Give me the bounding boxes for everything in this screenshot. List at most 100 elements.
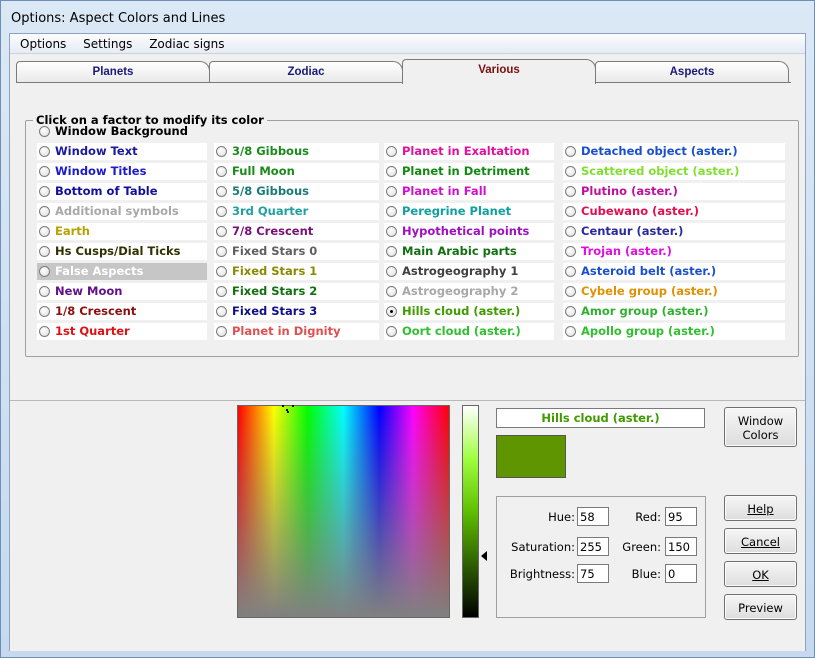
radio-button-icon[interactable]	[39, 306, 50, 317]
factor-fixed-stars-3[interactable]: Fixed Stars 3	[214, 303, 379, 320]
factor-bottom-of-table[interactable]: Bottom of Table	[37, 183, 207, 200]
factor-window-titles[interactable]: Window Titles	[37, 163, 207, 180]
factor-7-8-crescent[interactable]: 7/8 Crescent	[214, 223, 379, 240]
factor-fixed-stars-1[interactable]: Fixed Stars 1	[214, 263, 379, 280]
ok-button[interactable]: OK	[724, 561, 797, 587]
tab-planets[interactable]: Planets	[16, 61, 210, 83]
factor-fixed-stars-0[interactable]: Fixed Stars 0	[214, 243, 379, 260]
factor-window-text[interactable]: Window Text	[37, 143, 207, 160]
factor-centaur-aster[interactable]: Centaur (aster.)	[563, 223, 785, 240]
radio-button-icon[interactable]	[386, 186, 397, 197]
radio-button-icon[interactable]	[39, 186, 50, 197]
radio-button-icon[interactable]	[39, 286, 50, 297]
radio-button-icon[interactable]	[386, 206, 397, 217]
cancel-button[interactable]: Cancel	[724, 528, 797, 554]
factor-full-moon[interactable]: Full Moon	[214, 163, 379, 180]
factor-detached-object-aster[interactable]: Detached object (aster.)	[563, 143, 785, 160]
menu-settings[interactable]: Settings	[73, 34, 132, 51]
factor-hills-cloud-aster[interactable]: Hills cloud (aster.)	[384, 303, 554, 320]
factor-main-arabic-parts[interactable]: Main Arabic parts	[384, 243, 554, 260]
factor-apollo-group-aster[interactable]: Apollo group (aster.)	[563, 323, 785, 340]
factor-5-8-gibbous[interactable]: 5/8 Gibbous	[214, 183, 379, 200]
radio-button-icon[interactable]	[565, 146, 576, 157]
menu-zodiac-signs[interactable]: Zodiac signs	[139, 34, 224, 51]
tab-aspects[interactable]: Aspects	[595, 61, 789, 83]
factor-cubewano-aster[interactable]: Cubewano (aster.)	[563, 203, 785, 220]
radio-button-icon[interactable]	[386, 266, 397, 277]
radio-button-icon[interactable]	[39, 266, 50, 277]
factor-hs-cusps-dial-ticks[interactable]: Hs Cusps/Dial Ticks	[37, 243, 207, 260]
factor-cybele-group-aster[interactable]: Cybele group (aster.)	[563, 283, 785, 300]
radio-button-icon[interactable]	[386, 326, 397, 337]
preview-button[interactable]: Preview	[724, 594, 797, 620]
red-field[interactable]: 95	[665, 507, 697, 526]
brightness-field[interactable]: 75	[577, 564, 609, 583]
factor-false-aspects[interactable]: False Aspects	[37, 263, 207, 280]
factor-3rd-quarter[interactable]: 3rd Quarter	[214, 203, 379, 220]
factor-1-8-crescent[interactable]: 1/8 Crescent	[37, 303, 207, 320]
menu-options[interactable]: Options	[10, 34, 66, 51]
radio-button-icon[interactable]	[216, 306, 227, 317]
radio-button-icon[interactable]	[216, 226, 227, 237]
radio-button-icon[interactable]	[39, 206, 50, 217]
radio-button-icon[interactable]	[39, 146, 50, 157]
window-colors-button[interactable]: Window Colors	[724, 407, 797, 447]
factor-1st-quarter[interactable]: 1st Quarter	[37, 323, 207, 340]
factor-window-background[interactable]: Window Background	[37, 123, 207, 140]
radio-button-icon[interactable]	[565, 286, 576, 297]
hue-field[interactable]: 58	[577, 507, 609, 526]
radio-button-icon[interactable]	[565, 166, 576, 177]
radio-button-icon[interactable]	[565, 226, 576, 237]
factor-additional-symbols[interactable]: Additional symbols	[37, 203, 207, 220]
factor-amor-group-aster[interactable]: Amor group (aster.)	[563, 303, 785, 320]
radio-button-icon[interactable]	[216, 326, 227, 337]
radio-button-icon[interactable]	[216, 186, 227, 197]
green-field[interactable]: 150	[665, 537, 697, 556]
blue-field[interactable]: 0	[665, 564, 697, 583]
radio-button-icon[interactable]	[386, 306, 397, 317]
color-spectrum[interactable]	[237, 405, 450, 618]
saturation-field[interactable]: 255	[577, 537, 609, 556]
radio-button-icon[interactable]	[386, 226, 397, 237]
factor-trojan-aster[interactable]: Trojan (aster.)	[563, 243, 785, 260]
factor-astrogeography-1[interactable]: Astrogeography 1	[384, 263, 554, 280]
factor-peregrine-planet[interactable]: Peregrine Planet	[384, 203, 554, 220]
brightness-bar[interactable]	[462, 405, 479, 618]
factor-planet-in-exaltation[interactable]: Planet in Exaltation	[384, 143, 554, 160]
radio-button-icon[interactable]	[386, 246, 397, 257]
radio-button-icon[interactable]	[216, 166, 227, 177]
factor-astrogeography-2[interactable]: Astrogeography 2	[384, 283, 554, 300]
radio-button-icon[interactable]	[216, 246, 227, 257]
factor-asteroid-belt-aster[interactable]: Asteroid belt (aster.)	[563, 263, 785, 280]
factor-new-moon[interactable]: New Moon	[37, 283, 207, 300]
radio-button-icon[interactable]	[565, 326, 576, 337]
radio-button-icon[interactable]	[216, 266, 227, 277]
radio-button-icon[interactable]	[386, 146, 397, 157]
factor-planet-in-fall[interactable]: Planet in Fall	[384, 183, 554, 200]
factor-earth[interactable]: Earth	[37, 223, 207, 240]
factor-planet-in-detriment[interactable]: Planet in Detriment	[384, 163, 554, 180]
tab-various[interactable]: Various	[402, 59, 596, 84]
help-button[interactable]: Help	[724, 495, 797, 521]
factor-scattered-object-aster[interactable]: Scattered object (aster.)	[563, 163, 785, 180]
radio-button-icon[interactable]	[565, 186, 576, 197]
radio-button-icon[interactable]	[565, 306, 576, 317]
factor-fixed-stars-2[interactable]: Fixed Stars 2	[214, 283, 379, 300]
radio-button-icon[interactable]	[216, 286, 227, 297]
brightness-arrow-icon[interactable]	[481, 551, 487, 561]
radio-button-icon[interactable]	[39, 166, 50, 177]
radio-button-icon[interactable]	[39, 126, 50, 137]
factor-3-8-gibbous[interactable]: 3/8 Gibbous	[214, 143, 379, 160]
factor-hypothetical-points[interactable]: Hypothetical points	[384, 223, 554, 240]
radio-button-icon[interactable]	[39, 226, 50, 237]
radio-button-icon[interactable]	[565, 206, 576, 217]
radio-button-icon[interactable]	[565, 246, 576, 257]
factor-plutino-aster[interactable]: Plutino (aster.)	[563, 183, 785, 200]
radio-button-icon[interactable]	[216, 206, 227, 217]
factor-planet-in-dignity[interactable]: Planet in Dignity	[214, 323, 379, 340]
tab-zodiac[interactable]: Zodiac	[209, 61, 403, 83]
radio-button-icon[interactable]	[565, 266, 576, 277]
radio-button-icon[interactable]	[39, 246, 50, 257]
radio-button-icon[interactable]	[216, 146, 227, 157]
radio-button-icon[interactable]	[39, 326, 50, 337]
